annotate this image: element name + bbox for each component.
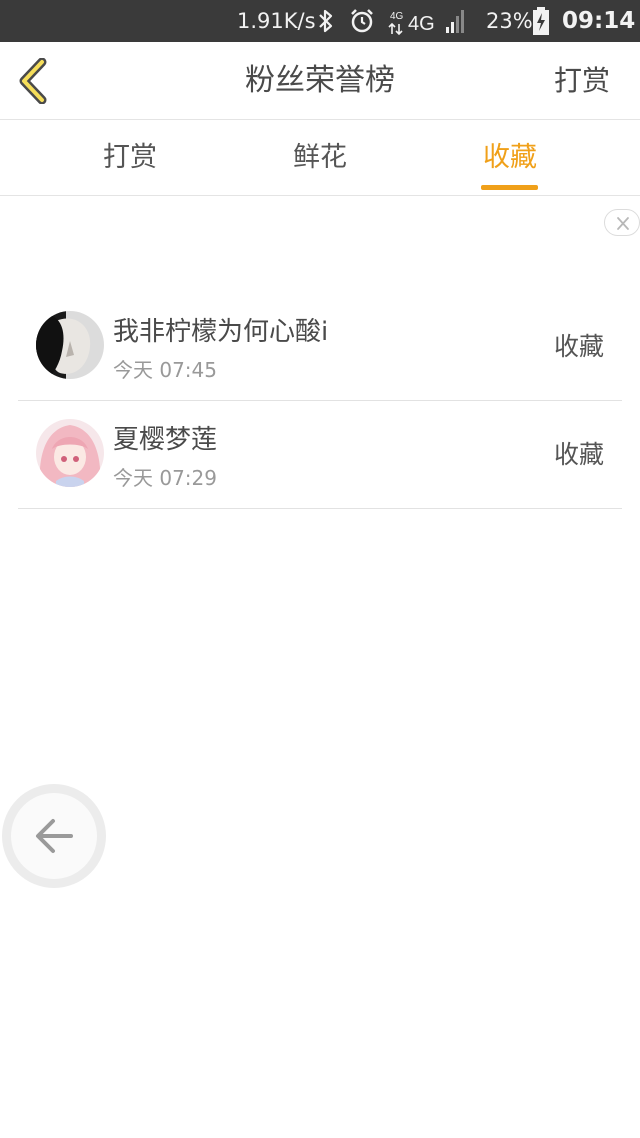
status-bar: 1.91K/s 4G 4G 23% 09:14 xyxy=(0,0,640,42)
avatar[interactable] xyxy=(36,311,104,379)
fan-list: 我非柠檬为何心酸i 今天 07:45 收藏 夏樱梦莲 今天 07:29 收藏 xyxy=(18,293,622,509)
svg-text:4G: 4G xyxy=(390,11,404,22)
network-type: 4G xyxy=(408,13,435,35)
list-item[interactable]: 我非柠檬为何心酸i 今天 07:45 收藏 xyxy=(18,293,622,401)
list-item[interactable]: 夏樱梦莲 今天 07:29 收藏 xyxy=(18,401,622,509)
tab-bar: 打赏 鲜花 收藏 xyxy=(0,121,640,196)
battery-charging-icon xyxy=(532,0,552,42)
back-button[interactable] xyxy=(14,57,54,105)
network-speed: 1.91K/s xyxy=(237,9,316,33)
signal-icon: 4G 4G xyxy=(388,0,472,42)
timestamp: 今天 07:29 xyxy=(113,466,217,490)
alarm-icon xyxy=(349,0,375,42)
avatar[interactable] xyxy=(36,419,104,487)
close-icon xyxy=(617,217,629,230)
floating-back-button[interactable] xyxy=(2,784,106,888)
action-label: 收藏 xyxy=(553,332,604,361)
ad-close-button[interactable] xyxy=(604,209,640,236)
user-name: 我非柠檬为何心酸i xyxy=(113,317,329,347)
timestamp: 今天 07:45 xyxy=(113,358,217,382)
clock: 09:14 xyxy=(562,8,636,34)
arrow-left-icon xyxy=(36,819,73,853)
active-tab-indicator xyxy=(481,185,538,190)
page-title: 粉丝荣誉榜 xyxy=(245,63,395,98)
user-name: 夏樱梦莲 xyxy=(113,425,218,455)
action-label: 收藏 xyxy=(553,440,604,469)
tab-tip[interactable]: 打赏 xyxy=(80,121,180,196)
app-header: 粉丝荣誉榜 打赏 xyxy=(0,42,640,120)
tip-button[interactable]: 打赏 xyxy=(554,42,610,120)
bluetooth-icon xyxy=(317,0,339,42)
chevron-left-icon xyxy=(19,57,47,105)
tab-flowers[interactable]: 鲜花 xyxy=(270,121,370,196)
battery-percent: 23% xyxy=(486,9,533,33)
